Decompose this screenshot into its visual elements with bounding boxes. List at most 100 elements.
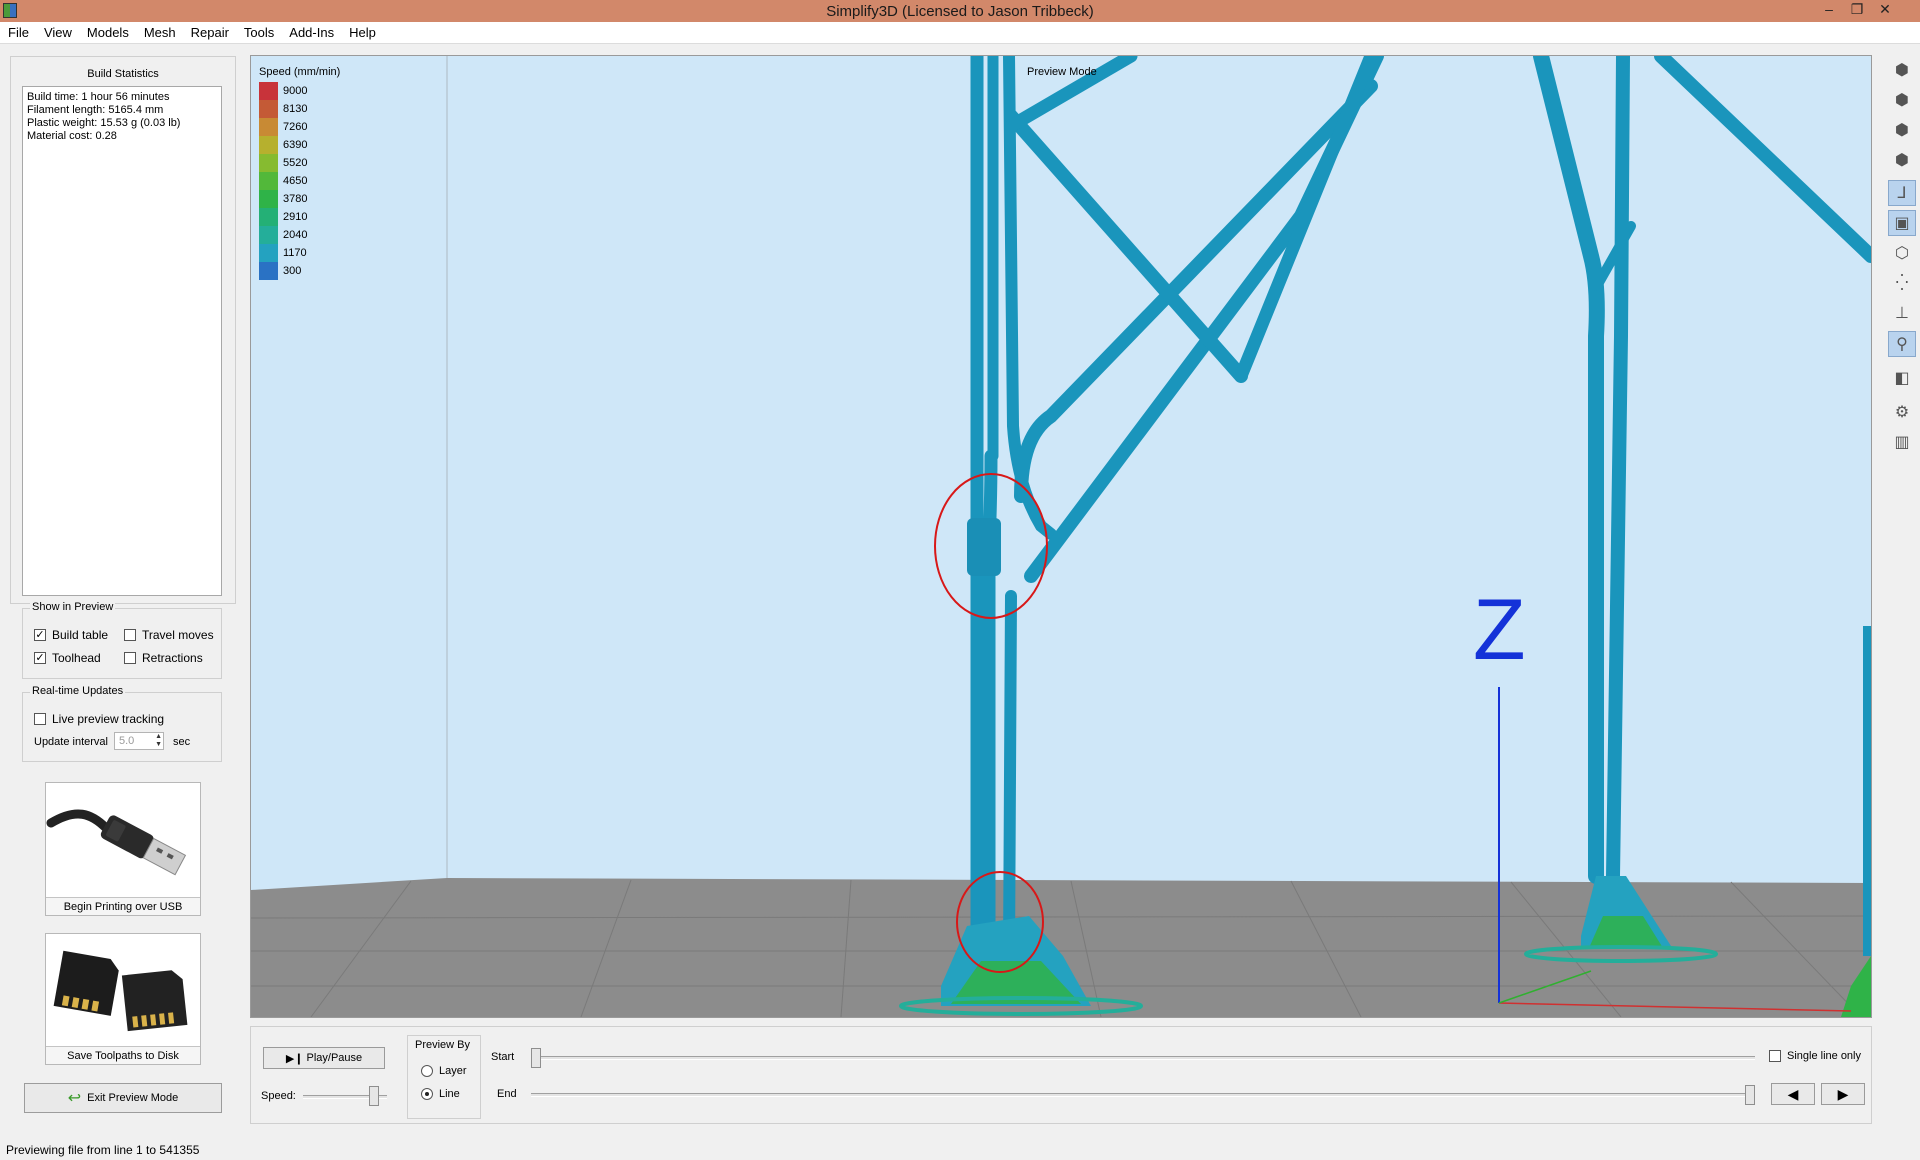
preview-viewport[interactable]: Z Speed (mm/min) 9000 8130 7260 6390 5520 465… — [250, 55, 1872, 1018]
axes-toggle-icon[interactable]: ⅃ — [1888, 180, 1916, 206]
legend-swatch — [259, 100, 278, 118]
menu-repair[interactable]: Repair — [183, 22, 236, 40]
legend-swatch — [259, 154, 278, 172]
toolhead-view-icon[interactable]: ⚲ — [1888, 331, 1916, 357]
triangle-right-icon: ▶ — [1837, 1085, 1849, 1102]
model-color-icon[interactable]: ◧ — [1888, 365, 1916, 391]
settings-gear-icon[interactable]: ⚙ — [1888, 399, 1916, 425]
exit-preview-button[interactable]: ↩ Exit Preview Mode — [24, 1083, 222, 1113]
spin-arrows-icon[interactable]: ▲ ▼ — [155, 733, 162, 749]
legend-row: 6390 — [259, 136, 340, 154]
menu-mesh[interactable]: Mesh — [136, 22, 183, 40]
retractions-check — [124, 652, 136, 664]
speed-slider-thumb[interactable] — [369, 1086, 379, 1106]
stat-filament-length: Filament length: 5165.4 mm — [27, 104, 164, 116]
exit-preview-label: Exit Preview Mode — [87, 1092, 179, 1104]
end-slider-thumb[interactable] — [1745, 1085, 1755, 1105]
legend-value: 7260 — [283, 121, 308, 133]
z-axis-label: Z — [1473, 582, 1526, 678]
update-interval-unit: sec — [173, 736, 191, 748]
menu-models[interactable]: Models — [79, 22, 136, 40]
start-slider-thumb[interactable] — [531, 1048, 541, 1068]
status-bar: Previewing file from line 1 to 541355 — [6, 1143, 200, 1157]
legend-value: 1170 — [283, 247, 307, 259]
view-top-icon[interactable]: ⬢ — [1888, 57, 1916, 83]
legend-value: 9000 — [283, 85, 308, 97]
play-pause-button[interactable]: ▶❙ Play/Pause — [263, 1047, 385, 1069]
close-button[interactable]: ✕ — [1874, 1, 1896, 18]
left-panel: Build Statistics Build time: 1 hour 56 m… — [10, 56, 236, 1124]
legend-swatch — [259, 244, 278, 262]
travel-moves-checkbox[interactable]: Travel moves — [124, 628, 214, 642]
supports-icon[interactable]: ▥ — [1888, 429, 1916, 455]
build-statistics-title: Build Statistics — [87, 68, 159, 80]
realtime-updates-title: Real-time Updates — [30, 685, 126, 697]
legend-row: 8130 — [259, 100, 340, 118]
stat-material-cost: Material cost: 0.28 — [27, 130, 117, 142]
playback-controls: ▶❙ Play/Pause Speed: Preview By Layer Li… — [250, 1026, 1872, 1124]
legend-value: 2040 — [283, 229, 308, 241]
show-in-preview-group — [22, 608, 222, 679]
menu-tools[interactable]: Tools — [236, 22, 281, 40]
toolpath-render[interactable]: Z — [251, 56, 1871, 1017]
restore-button[interactable]: ❐ — [1846, 1, 1868, 18]
line-radio-label: Line — [439, 1088, 460, 1100]
update-interval-spinbox[interactable]: 5.0 ▲ ▼ — [114, 732, 164, 750]
build-table-checkbox[interactable]: ✓ Build table — [34, 628, 108, 642]
sd-card-icon — [46, 934, 200, 1046]
usb-cable-icon — [46, 783, 200, 897]
live-preview-checkbox[interactable]: Live preview tracking — [34, 712, 164, 726]
legend-swatch — [259, 190, 278, 208]
end-slider-track[interactable] — [531, 1093, 1755, 1097]
step-back-button[interactable]: ◀ — [1771, 1083, 1815, 1105]
triangle-left-icon: ◀ — [1787, 1085, 1799, 1102]
step-forward-button[interactable]: ▶ — [1821, 1083, 1865, 1105]
cross-section-icon[interactable]: ⊥ — [1888, 300, 1916, 326]
legend-row: 1170 — [259, 244, 340, 262]
layer-radio-label: Layer — [439, 1065, 467, 1077]
retractions-checkbox[interactable]: Retractions — [124, 651, 203, 665]
solid-view-icon[interactable]: ▣ — [1888, 210, 1916, 236]
stat-plastic-weight: Plastic weight: 15.53 g (0.03 lb) — [27, 117, 181, 129]
update-interval-value: 5.0 — [119, 735, 135, 747]
menu-help[interactable]: Help — [341, 22, 383, 40]
speed-legend: Speed (mm/min) 9000 8130 7260 6390 5520 4650 3… — [259, 66, 340, 280]
legend-row: 7260 — [259, 118, 340, 136]
preview-by-layer-radio[interactable]: Layer — [421, 1065, 467, 1077]
view-front-icon[interactable]: ⬢ — [1888, 87, 1916, 113]
legend-swatch — [259, 262, 278, 280]
legend-value: 6390 — [283, 139, 308, 151]
view-toolbar: ⬢ ⬢ ⬢ ⬢ ⅃ ▣ ⬡ ⁛ ⊥ ⚲ ◧ ⚙ ▥ — [1884, 55, 1918, 475]
minimize-button[interactable]: – — [1818, 1, 1840, 17]
save-toolpaths-button[interactable]: Save Toolpaths to Disk — [45, 933, 201, 1065]
legend-row: 2040 — [259, 226, 340, 244]
start-slider-track[interactable] — [531, 1056, 1755, 1060]
update-interval-label: Update interval — [34, 736, 108, 748]
menu-file[interactable]: File — [0, 22, 36, 40]
right-support-column — [1533, 56, 1871, 884]
build-statistics-text: Build time: 1 hour 56 minutes Filament l… — [22, 86, 222, 596]
begin-printing-usb-button[interactable]: Begin Printing over USB — [45, 782, 201, 916]
legend-swatch — [259, 226, 278, 244]
back-arrow-icon: ↩ — [67, 1090, 82, 1107]
view-side-icon[interactable]: ⬢ — [1888, 117, 1916, 143]
view-iso-icon[interactable]: ⬢ — [1888, 147, 1916, 173]
travel-moves-check — [124, 629, 136, 641]
preview-by-line-radio[interactable]: Line — [421, 1088, 460, 1100]
toolhead-check: ✓ — [34, 651, 46, 664]
legend-value: 5520 — [283, 157, 308, 169]
toolhead-checkbox[interactable]: ✓ Toolhead — [34, 651, 101, 665]
menu-view[interactable]: View — [36, 22, 79, 40]
menu-add-ins[interactable]: Add-Ins — [281, 22, 341, 40]
retractions-label: Retractions — [142, 651, 203, 665]
legend-row: 3780 — [259, 190, 340, 208]
legend-value: 4650 — [283, 175, 308, 187]
title-bar: Simplify3D (Licensed to Jason Tribbeck) … — [0, 0, 1920, 22]
single-line-checkbox[interactable]: Single line only — [1769, 1050, 1861, 1062]
play-pause-icon: ▶❙ — [285, 1052, 304, 1065]
realtime-updates-group — [22, 692, 222, 762]
menu-bar: File View Models Mesh Repair Tools Add-Ins Help — [0, 22, 1920, 44]
point-view-icon[interactable]: ⁛ — [1888, 270, 1916, 296]
play-pause-label: Play/Pause — [306, 1052, 363, 1064]
wireframe-view-icon[interactable]: ⬡ — [1888, 240, 1916, 266]
